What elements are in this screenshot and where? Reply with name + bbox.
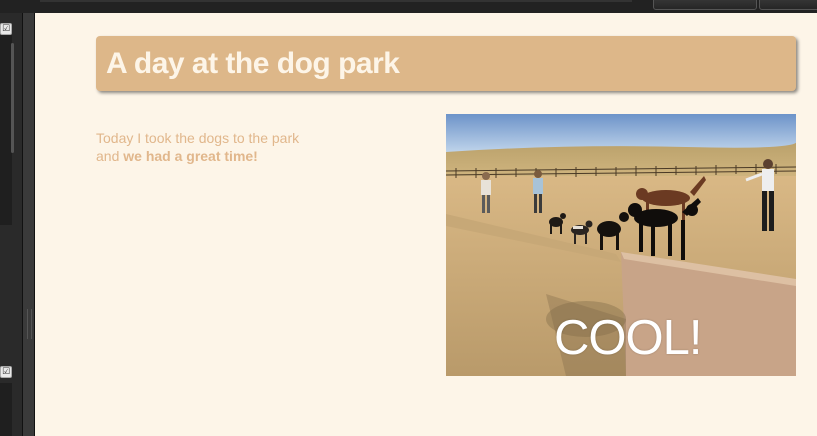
panel-checkbox[interactable]: ☑ bbox=[0, 366, 12, 378]
photo-caption: COOL! bbox=[554, 311, 702, 365]
toolbar-track bbox=[40, 0, 632, 2]
splitter-grip-icon[interactable] bbox=[27, 309, 32, 339]
body-text-bold: we had a great time! bbox=[123, 148, 258, 164]
app-window: ☑ ☑ A day at the dog park Today I took t… bbox=[0, 0, 817, 436]
title-banner: A day at the dog park bbox=[96, 36, 796, 91]
editor-pane bbox=[0, 383, 12, 436]
dog-park-photo: COOL! bbox=[446, 114, 796, 376]
scrollbar-thumb[interactable] bbox=[11, 43, 14, 153]
editor-panel: ☑ ☑ bbox=[0, 13, 22, 436]
page-title: A day at the dog park bbox=[106, 47, 400, 80]
panel-checkbox[interactable]: ☑ bbox=[0, 23, 12, 35]
top-toolbar bbox=[0, 0, 817, 13]
page-preview: A day at the dog park Today I took the d… bbox=[35, 13, 817, 436]
toolbar-button[interactable] bbox=[759, 0, 817, 10]
toolbar-button[interactable] bbox=[653, 0, 757, 10]
body-paragraph: Today I took the dogs to the park and we… bbox=[96, 129, 306, 165]
pane-splitter[interactable] bbox=[22, 13, 35, 436]
